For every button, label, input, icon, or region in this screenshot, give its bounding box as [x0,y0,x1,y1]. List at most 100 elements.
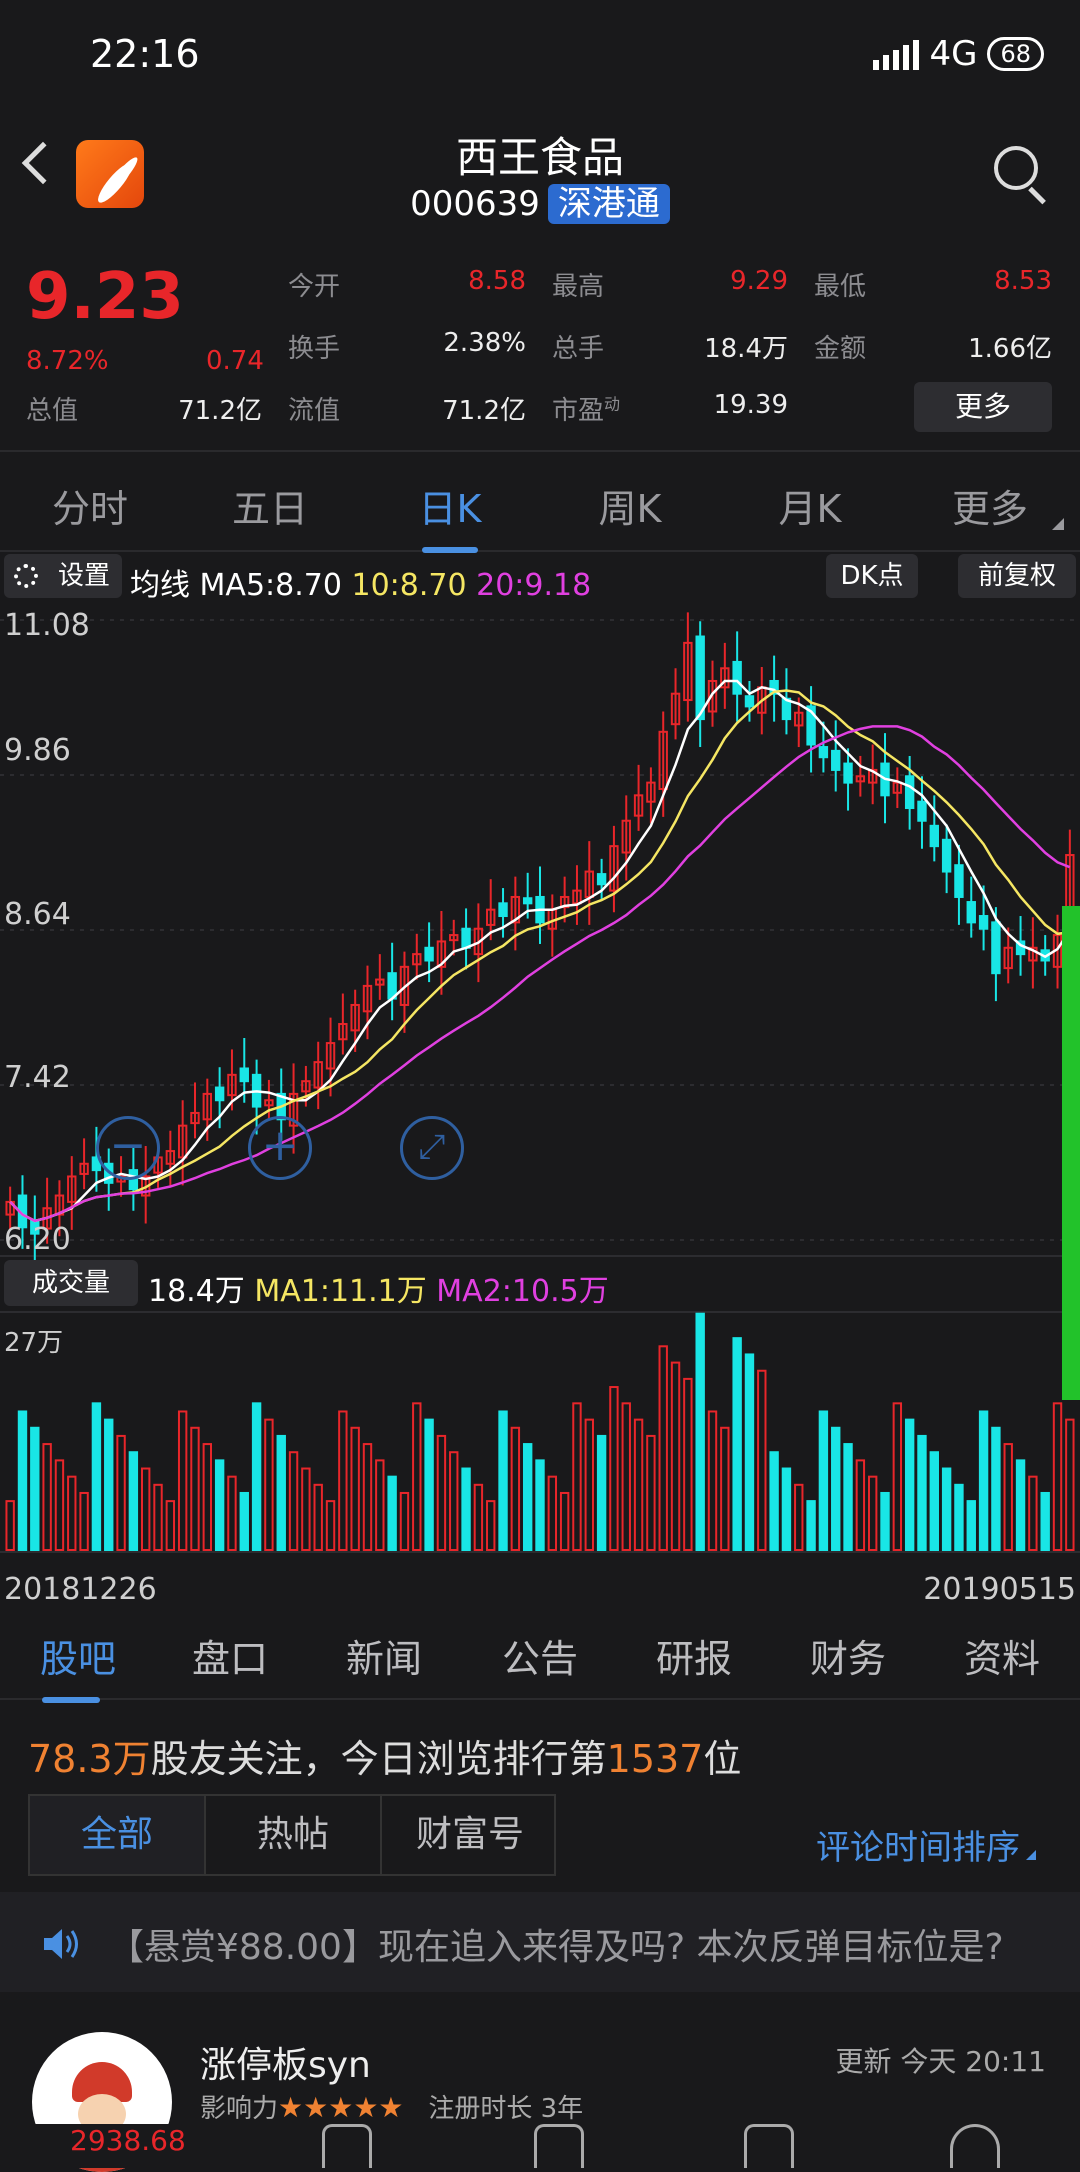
volume-bar [436,1434,447,1551]
index-value[interactable]: 2938.68 [70,2124,186,2157]
candle [904,775,915,810]
kline-chart[interactable] [0,0,1080,1600]
volume-bar [683,1377,693,1552]
volume-bar [424,1418,434,1552]
volume-bar [978,1410,989,1551]
volume-bar [757,1369,767,1551]
zoom-in-icon[interactable]: + [248,1116,312,1180]
follow-stats: 78.3万股友关注，今日浏览排行第1537位 [28,1737,742,1781]
bottom-nav: 2938.68 [0,2124,1080,2168]
edit-icon[interactable] [534,2124,584,2168]
grid-icon[interactable] [744,2124,794,2168]
reward-notice[interactable]: 【悬赏¥88.00】现在追入来得及吗? 本次反弹目标位是? [0,1892,1080,1992]
volume-bar [399,1491,410,1552]
tab-profile[interactable]: 资料 [942,1628,1062,1683]
volume-bar [30,1426,40,1552]
volume-button[interactable]: 成交量 [4,1260,138,1306]
volume-bar [498,1410,508,1551]
volume-bar [547,1475,558,1551]
volume-bar [1028,1475,1038,1551]
start-date: 20181226 [4,1572,157,1607]
volume-bar [350,1426,360,1552]
tab-forum[interactable]: 股吧 [18,1628,138,1703]
candle [978,915,989,930]
ma5-line [9,679,1071,1223]
volume-bar [461,1467,471,1552]
volume-bar [744,1353,755,1552]
volume-bar [707,1410,718,1551]
candle [522,897,533,905]
volume-bar [165,1500,176,1551]
volume-bar [670,1361,681,1552]
candle [695,635,705,721]
filter-all[interactable]: 全部 [30,1796,206,1874]
candle [498,902,508,918]
tab-research[interactable]: 研报 [634,1628,754,1683]
content-tabs: 股吧 盘口 新闻 公告 研报 财务 资料 [0,1608,1080,1703]
y-tick: 8.64 [4,897,71,932]
volume-bar [141,1467,151,1552]
volume-bar [781,1467,792,1552]
volume-bar [313,1483,323,1552]
volume-bar [535,1459,545,1551]
candle [991,921,1001,975]
volume-bar [720,1426,730,1552]
sort-dropdown[interactable]: 评论时间排序 [816,1820,1020,1869]
candle [461,927,471,949]
volume-bar [929,1451,939,1551]
volume-bar [954,1483,964,1552]
volume-bar [1015,1459,1026,1551]
tab-orderbook[interactable]: 盘口 [170,1628,290,1683]
y-tick: 6.20 [4,1222,71,1257]
sort-triangle-icon [1026,1850,1036,1860]
volume-bar [966,1500,976,1551]
tab-announcements[interactable]: 公告 [480,1628,600,1683]
speaker-icon [44,1929,78,1959]
volume-bar [769,1451,779,1551]
volume-bar [621,1402,631,1552]
volume-bar [1040,1491,1050,1552]
zoom-out-icon[interactable]: − [96,1116,160,1180]
volume-bar [991,1426,1001,1552]
trade-icon[interactable] [322,2124,372,2168]
volume-bar [128,1451,139,1551]
volume-bar [658,1345,668,1551]
volume-bar [831,1426,841,1552]
filter-fortune[interactable]: 财富号 [382,1796,558,1874]
candle [239,1067,249,1083]
volume-bar [843,1443,853,1552]
candle [941,838,952,873]
volume-bar [941,1467,952,1552]
post-username[interactable]: 涨停板syn [200,2036,371,2088]
candle [917,800,927,822]
volume-bar [892,1402,903,1552]
volume-bar [794,1483,804,1552]
tab-news[interactable]: 新闻 [324,1628,444,1683]
fullscreen-icon[interactable]: ⤢ [400,1116,464,1180]
tab-financials[interactable]: 财务 [788,1628,908,1683]
post-filters: 全部 热帖 财富号 [28,1794,556,1876]
candle [214,1086,225,1102]
volume-bar [153,1483,163,1552]
end-date: 20190515 [923,1572,1076,1607]
more-icon[interactable] [950,2124,1000,2168]
volume-bar [375,1459,385,1551]
volume-bar [818,1410,829,1551]
volume-bar [227,1475,237,1551]
candle [744,695,755,708]
candle [929,824,939,848]
volume-bar [54,1459,65,1551]
volume-bar [362,1443,373,1552]
volume-bar [486,1500,496,1551]
filter-hot[interactable]: 热帖 [206,1796,382,1874]
volume-bar [917,1434,927,1551]
ma10-line [9,689,1070,1223]
volume-bar [633,1418,644,1552]
volume-bar [116,1434,126,1551]
volume-bar [732,1337,742,1552]
candle [954,864,964,898]
post-updated: 更新 今天 20:11 [835,2045,1047,2078]
volume-bar [584,1418,594,1552]
volume-bar [177,1410,188,1551]
volume-bar [806,1500,816,1551]
